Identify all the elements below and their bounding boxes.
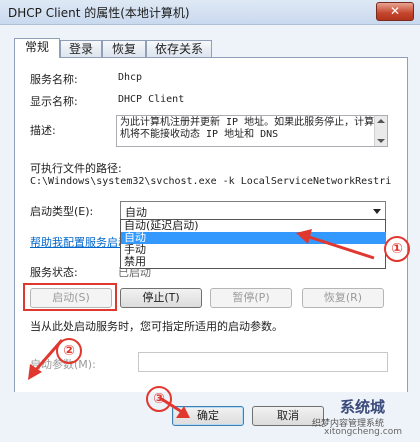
service-name-value: Dhcp: [118, 72, 143, 83]
window-title: DHCP Client 的属性(本地计算机): [8, 6, 190, 20]
display-name-label: 显示名称:: [30, 95, 78, 108]
pause-button[interactable]: 暂停(P): [210, 288, 292, 308]
help-config-link[interactable]: 帮助我配置服务启动: [30, 234, 129, 250]
start-button[interactable]: 启动(S): [30, 288, 112, 308]
startup-type-select[interactable]: 自动: [120, 201, 386, 221]
tab-recovery[interactable]: 恢复: [102, 40, 146, 57]
callout-2: ②: [56, 338, 82, 364]
startup-option-disabled[interactable]: 禁用: [121, 256, 386, 268]
stop-button[interactable]: 停止(T): [120, 288, 202, 308]
description-text: 为此计算机注册并更新 IP 地址。如果此服务停止，计算机将不能接收动态 IP 地…: [120, 117, 375, 140]
close-button[interactable]: ✕: [376, 2, 414, 21]
startup-option-manual[interactable]: 手动: [121, 244, 386, 256]
start-params-hint: 当从此处启动服务时，您可指定所适用的启动参数。: [30, 320, 283, 333]
exe-path-value: C:\Windows\system32\svchost.exe -k Local…: [30, 176, 392, 187]
tab-general[interactable]: 常规: [14, 38, 60, 58]
description-label: 描述:: [30, 124, 56, 137]
close-icon: ✕: [389, 4, 401, 18]
watermark-url: xitongcheng.com: [324, 427, 402, 437]
scroll-down-icon[interactable]: [377, 139, 385, 143]
title-bar: DHCP Client 的属性(本地计算机) ✕: [0, 0, 420, 25]
display-name-value: DHCP Client: [118, 94, 185, 105]
start-params-input[interactable]: [138, 352, 388, 372]
startup-option-auto[interactable]: 自动: [121, 232, 386, 244]
description-scrollbar[interactable]: [374, 116, 387, 146]
ok-button[interactable]: 确定: [172, 406, 244, 426]
startup-type-dropdown: 自动(延迟启动) 自动 手动 禁用: [120, 219, 386, 269]
startup-option-auto-delayed[interactable]: 自动(延迟启动): [121, 220, 386, 232]
description-box[interactable]: 为此计算机注册并更新 IP 地址。如果此服务停止，计算机将不能接收动态 IP 地…: [116, 115, 388, 147]
watermark: 系统城 织梦内容管理系统 xitongcheng.com: [310, 396, 418, 440]
startup-type-label: 启动类型(E):: [30, 205, 94, 218]
service-name-label: 服务名称:: [30, 73, 78, 86]
service-status-label: 服务状态:: [30, 266, 78, 279]
tab-dependencies[interactable]: 依存关系: [146, 40, 212, 57]
startup-type-value: 自动: [125, 206, 147, 219]
resume-button[interactable]: 恢复(R): [302, 288, 384, 308]
chevron-down-icon[interactable]: [373, 209, 381, 214]
watermark-title: 系统城: [340, 398, 386, 416]
scroll-up-icon[interactable]: [377, 119, 385, 123]
exe-path-label: 可执行文件的路径:: [30, 162, 122, 175]
tab-logon[interactable]: 登录: [60, 40, 102, 57]
callout-3: ③: [146, 386, 172, 412]
callout-1: ①: [384, 236, 410, 262]
